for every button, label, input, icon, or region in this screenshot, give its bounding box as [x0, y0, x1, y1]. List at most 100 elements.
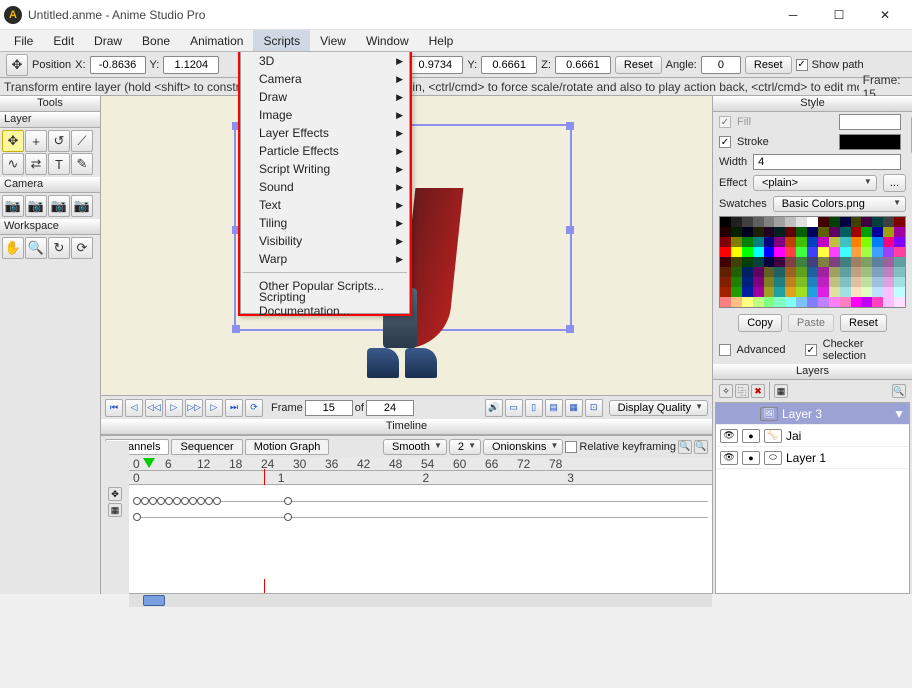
palette-swatch[interactable]: [753, 297, 764, 307]
palette-swatch[interactable]: [742, 237, 753, 247]
palette-swatch[interactable]: [785, 217, 796, 227]
keyframe[interactable]: [213, 497, 221, 505]
set-origin-tool[interactable]: +: [25, 130, 47, 152]
scripts-menu-image[interactable]: Image▶: [241, 106, 409, 124]
effect-options-button[interactable]: ...: [883, 174, 906, 192]
menu-draw[interactable]: Draw: [84, 30, 132, 51]
palette-swatch[interactable]: [829, 297, 840, 307]
text-tool[interactable]: T: [48, 153, 70, 175]
relative-keyframing-checkbox[interactable]: [565, 441, 577, 453]
layer-row[interactable]: 🖼Layer 3▼: [716, 403, 909, 425]
stroke-checkbox[interactable]: [719, 136, 731, 148]
palette-swatch[interactable]: [818, 297, 829, 307]
copy-style-button[interactable]: Copy: [738, 314, 782, 332]
loop-button[interactable]: ⟳: [245, 399, 263, 417]
menu-scripts[interactable]: Scripts: [253, 30, 310, 51]
palette-swatch[interactable]: [807, 267, 818, 277]
palette-swatch[interactable]: [883, 287, 894, 297]
palette-swatch[interactable]: [851, 297, 862, 307]
palette-swatch[interactable]: [872, 247, 883, 257]
palette-swatch[interactable]: [883, 257, 894, 267]
keyframe[interactable]: [197, 497, 205, 505]
reset-scale-button[interactable]: Reset: [615, 56, 662, 74]
palette-swatch[interactable]: [872, 277, 883, 287]
transform-layer-tool[interactable]: ✥: [2, 130, 24, 152]
keyframe[interactable]: [133, 513, 141, 521]
palette-swatch[interactable]: [753, 227, 764, 237]
palette-swatch[interactable]: [861, 237, 872, 247]
orbit-tool[interactable]: ⟳: [71, 237, 93, 259]
hand-tool[interactable]: ✋: [2, 237, 24, 259]
rotate-workspace-tool[interactable]: ↻: [48, 237, 70, 259]
palette-swatch[interactable]: [720, 247, 731, 257]
palette-swatch[interactable]: [861, 217, 872, 227]
palette-swatch[interactable]: [807, 217, 818, 227]
keyframe[interactable]: [284, 513, 292, 521]
view-mode-4[interactable]: ▦: [565, 399, 583, 417]
palette-swatch[interactable]: [840, 277, 851, 287]
palette-swatch[interactable]: [894, 267, 905, 277]
palette-swatch[interactable]: [742, 287, 753, 297]
scripts-menu-sound[interactable]: Sound▶: [241, 178, 409, 196]
track-camera-tool[interactable]: 📷: [2, 195, 24, 217]
palette-swatch[interactable]: [753, 237, 764, 247]
position-y-input[interactable]: [163, 56, 219, 74]
palette-swatch[interactable]: [796, 267, 807, 277]
palette-swatch[interactable]: [774, 267, 785, 277]
timeline-tracks[interactable]: [129, 485, 712, 579]
palette-swatch[interactable]: [829, 267, 840, 277]
keyframe[interactable]: [181, 497, 189, 505]
palette-swatch[interactable]: [851, 257, 862, 267]
timeline-ruler-frames[interactable]: 06121824303642485460667278: [129, 457, 712, 471]
palette-swatch[interactable]: [840, 287, 851, 297]
reference-point-icon[interactable]: ✥: [6, 54, 28, 76]
close-button[interactable]: ✕: [862, 0, 908, 30]
flip-layer-tool[interactable]: ⇄: [25, 153, 47, 175]
palette-swatch[interactable]: [883, 297, 894, 307]
palette-swatch[interactable]: [840, 227, 851, 237]
palette-swatch[interactable]: [883, 217, 894, 227]
palette-swatch[interactable]: [840, 297, 851, 307]
layer-row[interactable]: 👁●🦴Jai: [716, 425, 909, 447]
selection-handle[interactable]: [566, 226, 574, 234]
palette-swatch[interactable]: [894, 287, 905, 297]
roll-camera-tool[interactable]: 📷: [48, 195, 70, 217]
palette-swatch[interactable]: [764, 247, 775, 257]
angle-input[interactable]: [701, 56, 741, 74]
palette-swatch[interactable]: [742, 267, 753, 277]
prev-key-button[interactable]: ◁◁: [145, 399, 163, 417]
layer-edit-icon[interactable]: ●: [742, 429, 760, 443]
timeline-scrollbar[interactable]: [129, 593, 712, 607]
palette-swatch[interactable]: [742, 297, 753, 307]
palette-swatch[interactable]: [851, 237, 862, 247]
palette-swatch[interactable]: [731, 247, 742, 257]
scripts-menu-layer-effects[interactable]: Layer Effects▶: [241, 124, 409, 142]
reset-style-button[interactable]: Reset: [840, 314, 887, 332]
palette-swatch[interactable]: [851, 277, 862, 287]
palette-swatch[interactable]: [840, 257, 851, 267]
palette-swatch[interactable]: [796, 277, 807, 287]
palette-swatch[interactable]: [872, 237, 883, 247]
layer-visibility-icon[interactable]: 👁: [720, 429, 738, 443]
palette-swatch[interactable]: [720, 297, 731, 307]
display-quality-select[interactable]: Display Quality: [609, 400, 708, 416]
palette-swatch[interactable]: [731, 257, 742, 267]
palette-swatch[interactable]: [829, 247, 840, 257]
go-end-button[interactable]: ⏭: [225, 399, 243, 417]
keyframe[interactable]: [141, 497, 149, 505]
palette-swatch[interactable]: [807, 227, 818, 237]
palette-swatch[interactable]: [807, 287, 818, 297]
palette-swatch[interactable]: [742, 247, 753, 257]
track-icon-1[interactable]: ✥: [108, 487, 122, 501]
play-button[interactable]: ▷: [165, 399, 183, 417]
keyframe[interactable]: [157, 497, 165, 505]
palette-swatch[interactable]: [796, 217, 807, 227]
layer-options-button[interactable]: ▦: [774, 384, 788, 398]
position-x-input[interactable]: [90, 56, 146, 74]
view-mode-2[interactable]: ▯: [525, 399, 543, 417]
palette-swatch[interactable]: [872, 227, 883, 237]
keyframe[interactable]: [205, 497, 213, 505]
onionskin-count-select[interactable]: 2: [449, 439, 481, 455]
palette-swatch[interactable]: [753, 217, 764, 227]
palette-swatch[interactable]: [774, 287, 785, 297]
